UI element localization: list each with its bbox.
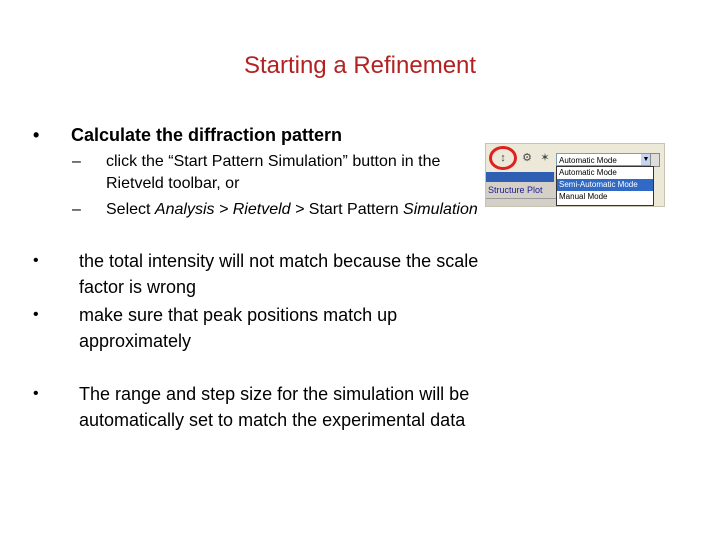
dash-marker: – [72, 153, 81, 170]
bullet-marker: • [33, 125, 40, 145]
slide-title: Starting a Refinement [243, 52, 477, 79]
structure-plot-tab[interactable]: Structure Plot [486, 184, 556, 196]
mode-select-value: Automatic Mode [559, 156, 617, 165]
toolbar-button[interactable] [650, 153, 660, 167]
text-menu-item-2: Simulation [403, 201, 478, 218]
bullet-marker: • [33, 252, 39, 269]
bullet-marker: • [33, 385, 39, 402]
bullet-text: the total intensity will not match becau… [79, 251, 479, 297]
bullet-marker: • [33, 306, 39, 323]
mode-select[interactable]: Automatic Mode ▼ [556, 153, 652, 166]
subbullet-text: Select Analysis > Rietveld > Start Patte… [106, 199, 486, 221]
text-menu-item: Start Pattern [308, 201, 404, 218]
dash-marker: – [72, 201, 81, 218]
bullet-text: The range and step size for the simulati… [79, 384, 470, 430]
mode-dropdown: Automatic Mode Semi-Automatic Mode Manua… [556, 166, 654, 206]
bullet-text: make sure that peak positions match up a… [79, 305, 398, 351]
star-icon[interactable]: ✶ [538, 152, 552, 164]
gear-icon[interactable]: ⚙ [520, 152, 534, 164]
text-menu-path: Analysis > Rietveld > [154, 201, 309, 218]
bullet-text: Calculate the diffraction pattern [71, 125, 343, 145]
toolbar-screenshot: ↕ ⚙ ✶ Automatic Mode ▼ Structure Plot Au… [485, 143, 665, 207]
mode-option-selected[interactable]: Semi-Automatic Mode [557, 179, 653, 191]
subbullet-text: click the “Start Pattern Simulation” but… [106, 153, 441, 192]
mode-option[interactable]: Automatic Mode [557, 167, 653, 179]
mode-option[interactable]: Manual Mode [557, 191, 653, 203]
text-prefix: Select [106, 201, 155, 218]
panel-header [486, 172, 554, 182]
highlight-circle [489, 146, 517, 170]
